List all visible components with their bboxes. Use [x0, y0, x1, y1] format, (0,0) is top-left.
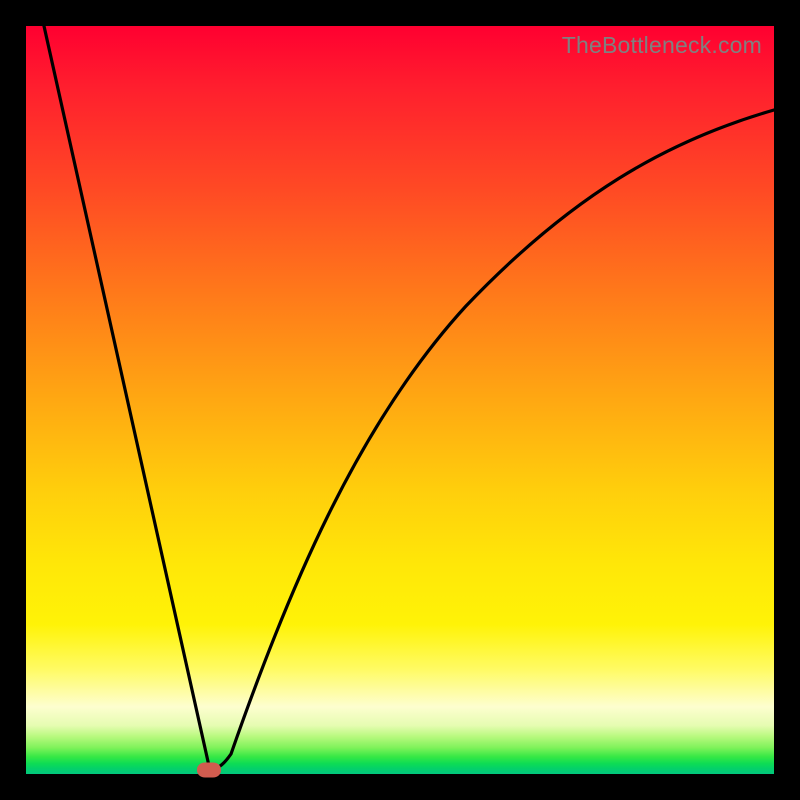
chart-frame: TheBottleneck.com — [0, 0, 800, 800]
curve-path — [44, 26, 774, 768]
bottleneck-curve — [26, 26, 774, 774]
optimal-point-marker — [197, 763, 221, 778]
plot-area: TheBottleneck.com — [26, 26, 774, 774]
